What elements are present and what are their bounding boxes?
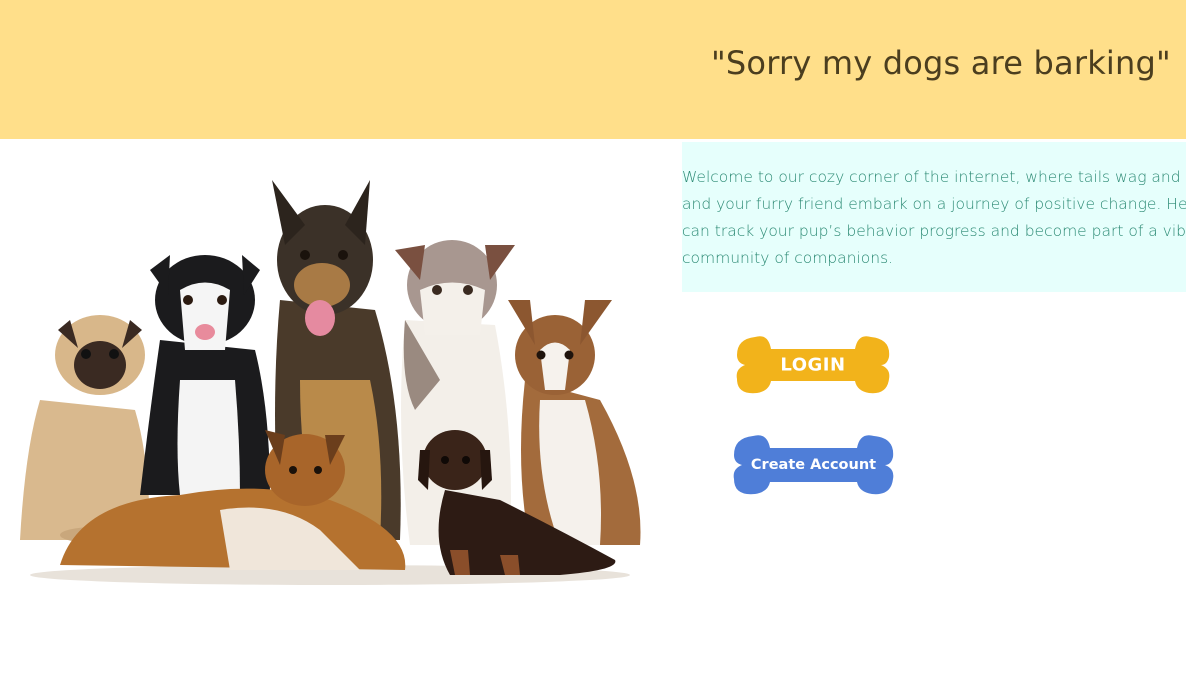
create-account-button[interactable]: Create Account xyxy=(730,432,897,498)
welcome-text: Welcome to our cozy corner of the intern… xyxy=(682,168,1186,267)
page-title: "Sorry my dogs are barking" xyxy=(711,44,1171,82)
create-account-button-label: Create Account xyxy=(750,457,877,473)
corgi-dog xyxy=(508,300,641,545)
login-button-label: LOGIN xyxy=(780,354,846,376)
welcome-panel: Welcome to our cozy corner of the intern… xyxy=(682,142,1186,292)
border-collie-dog xyxy=(140,255,270,495)
dogs-group-image xyxy=(0,150,660,590)
login-button[interactable]: LOGIN xyxy=(733,333,893,397)
dogs-illustration xyxy=(20,180,641,585)
site-header: "Sorry my dogs are barking" xyxy=(0,0,1186,139)
